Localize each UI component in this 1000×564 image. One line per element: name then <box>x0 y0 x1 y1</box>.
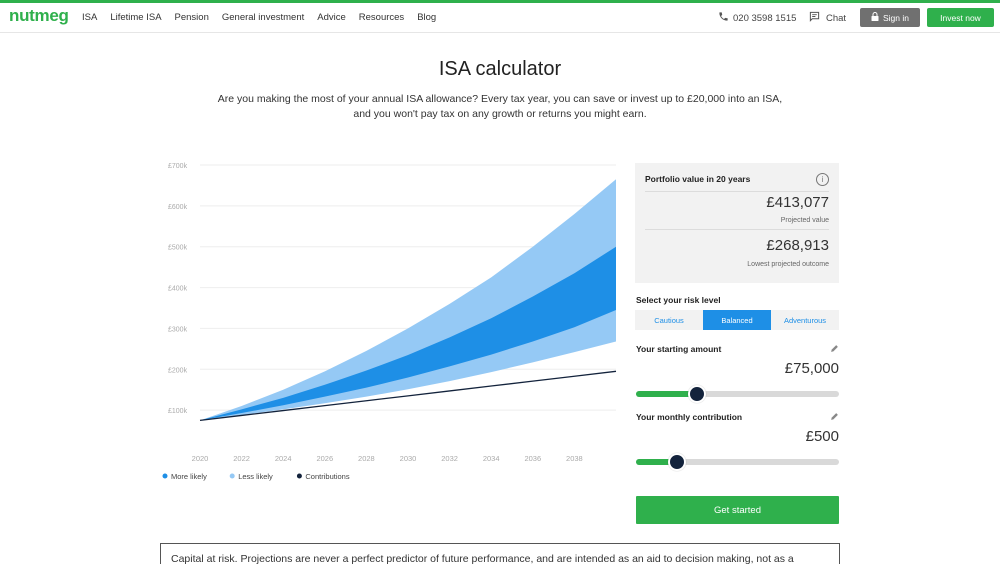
monthly-contribution-slider[interactable] <box>636 453 839 471</box>
x-tick-label: 2036 <box>524 454 541 463</box>
monthly-contribution-value[interactable]: £500 <box>806 428 839 445</box>
risk-cautious-button[interactable]: Cautious <box>635 310 703 330</box>
invest-now-button[interactable]: Invest now <box>927 8 994 27</box>
get-started-button[interactable]: Get started <box>636 496 839 524</box>
risk-level-selector: Cautious Balanced Adventurous <box>635 310 839 330</box>
sign-in-label: Sign in <box>883 12 909 23</box>
starting-amount-value[interactable]: £75,000 <box>785 360 839 377</box>
nutmeg-logo[interactable]: nutmeg <box>9 6 69 26</box>
nav-isa[interactable]: ISA <box>82 12 97 23</box>
portfolio-title: Portfolio value in 20 years <box>645 174 751 184</box>
y-tick-label: £600k <box>168 204 188 211</box>
phone-number: 020 3598 1515 <box>733 12 797 24</box>
chat-label: Chat <box>826 12 847 24</box>
nav-resources[interactable]: Resources <box>359 12 404 23</box>
y-tick-label: £200k <box>168 367 188 374</box>
nav-blog[interactable]: Blog <box>417 12 436 23</box>
divider <box>645 229 829 230</box>
page-title: ISA calculator <box>438 58 562 80</box>
phone-link[interactable]: 020 3598 1515 <box>718 11 796 25</box>
legend-marker <box>162 473 168 479</box>
x-tick-label: 2022 <box>233 454 250 463</box>
phone-icon <box>718 11 729 25</box>
starting-amount-slider[interactable] <box>636 385 839 403</box>
main-nav: ISA Lifetime ISA Pension General investm… <box>82 12 449 23</box>
x-tick-label: 2034 <box>483 454 500 463</box>
y-tick-label: £700k <box>168 163 188 170</box>
nav-general-investment[interactable]: General investment <box>222 12 304 23</box>
lowest-value-label: Lowest projected outcome <box>747 261 829 268</box>
legend-label: Contributions <box>305 472 349 481</box>
nav-lifetime-isa[interactable]: Lifetime ISA <box>110 12 161 23</box>
projected-value: £413,077 <box>766 194 829 211</box>
nav-advice[interactable]: Advice <box>317 12 346 23</box>
x-tick-label: 2028 <box>358 454 375 463</box>
x-tick-label: 2020 <box>192 454 209 463</box>
risk-disclaimer: Capital at risk. Projections are never a… <box>160 543 840 564</box>
lock-icon <box>871 12 879 23</box>
nav-pension[interactable]: Pension <box>175 12 209 23</box>
projected-value-label: Projected value <box>780 217 829 224</box>
x-tick-label: 2032 <box>441 454 458 463</box>
y-tick-label: £100k <box>168 408 188 415</box>
divider <box>645 191 829 192</box>
page-subtitle: Are you making the most of your annual I… <box>217 93 783 120</box>
pencil-icon[interactable] <box>830 412 840 422</box>
legend-label: Less likely <box>238 472 273 481</box>
site-header: nutmeg ISA Lifetime ISA Pension General … <box>0 3 1000 33</box>
y-tick-label: £400k <box>168 286 188 293</box>
y-tick-label: £300k <box>168 326 188 333</box>
x-tick-label: 2038 <box>566 454 583 463</box>
risk-level-label: Select your risk level <box>636 295 721 305</box>
pencil-icon[interactable] <box>830 344 840 354</box>
info-icon[interactable]: i <box>816 173 829 186</box>
legend-label: More likely <box>171 472 207 481</box>
x-tick-label: 2030 <box>400 454 417 463</box>
x-tick-label: 2024 <box>275 454 292 463</box>
sign-in-button[interactable]: Sign in <box>860 8 920 27</box>
risk-balanced-button[interactable]: Balanced <box>703 310 771 330</box>
starting-amount-label: Your starting amount <box>636 344 722 354</box>
legend-marker <box>296 473 302 479</box>
chat-link[interactable]: Chat <box>809 11 846 25</box>
monthly-contribution-label: Your monthly contribution <box>636 412 743 422</box>
projection-chart: £100k £200k £300k £400k £500k £600k £700k 2020 2… <box>162 163 617 481</box>
risk-adventurous-button[interactable]: Adventurous <box>771 310 839 330</box>
y-tick-label: £500k <box>168 245 188 252</box>
slider-handle[interactable] <box>667 453 686 471</box>
x-tick-label: 2026 <box>316 454 333 463</box>
legend-marker <box>229 473 235 479</box>
portfolio-value-panel: Portfolio value in 20 years i £413,077 P… <box>635 163 839 283</box>
chat-icon <box>809 11 820 25</box>
lowest-value: £268,913 <box>766 237 829 254</box>
slider-handle[interactable] <box>687 385 706 403</box>
